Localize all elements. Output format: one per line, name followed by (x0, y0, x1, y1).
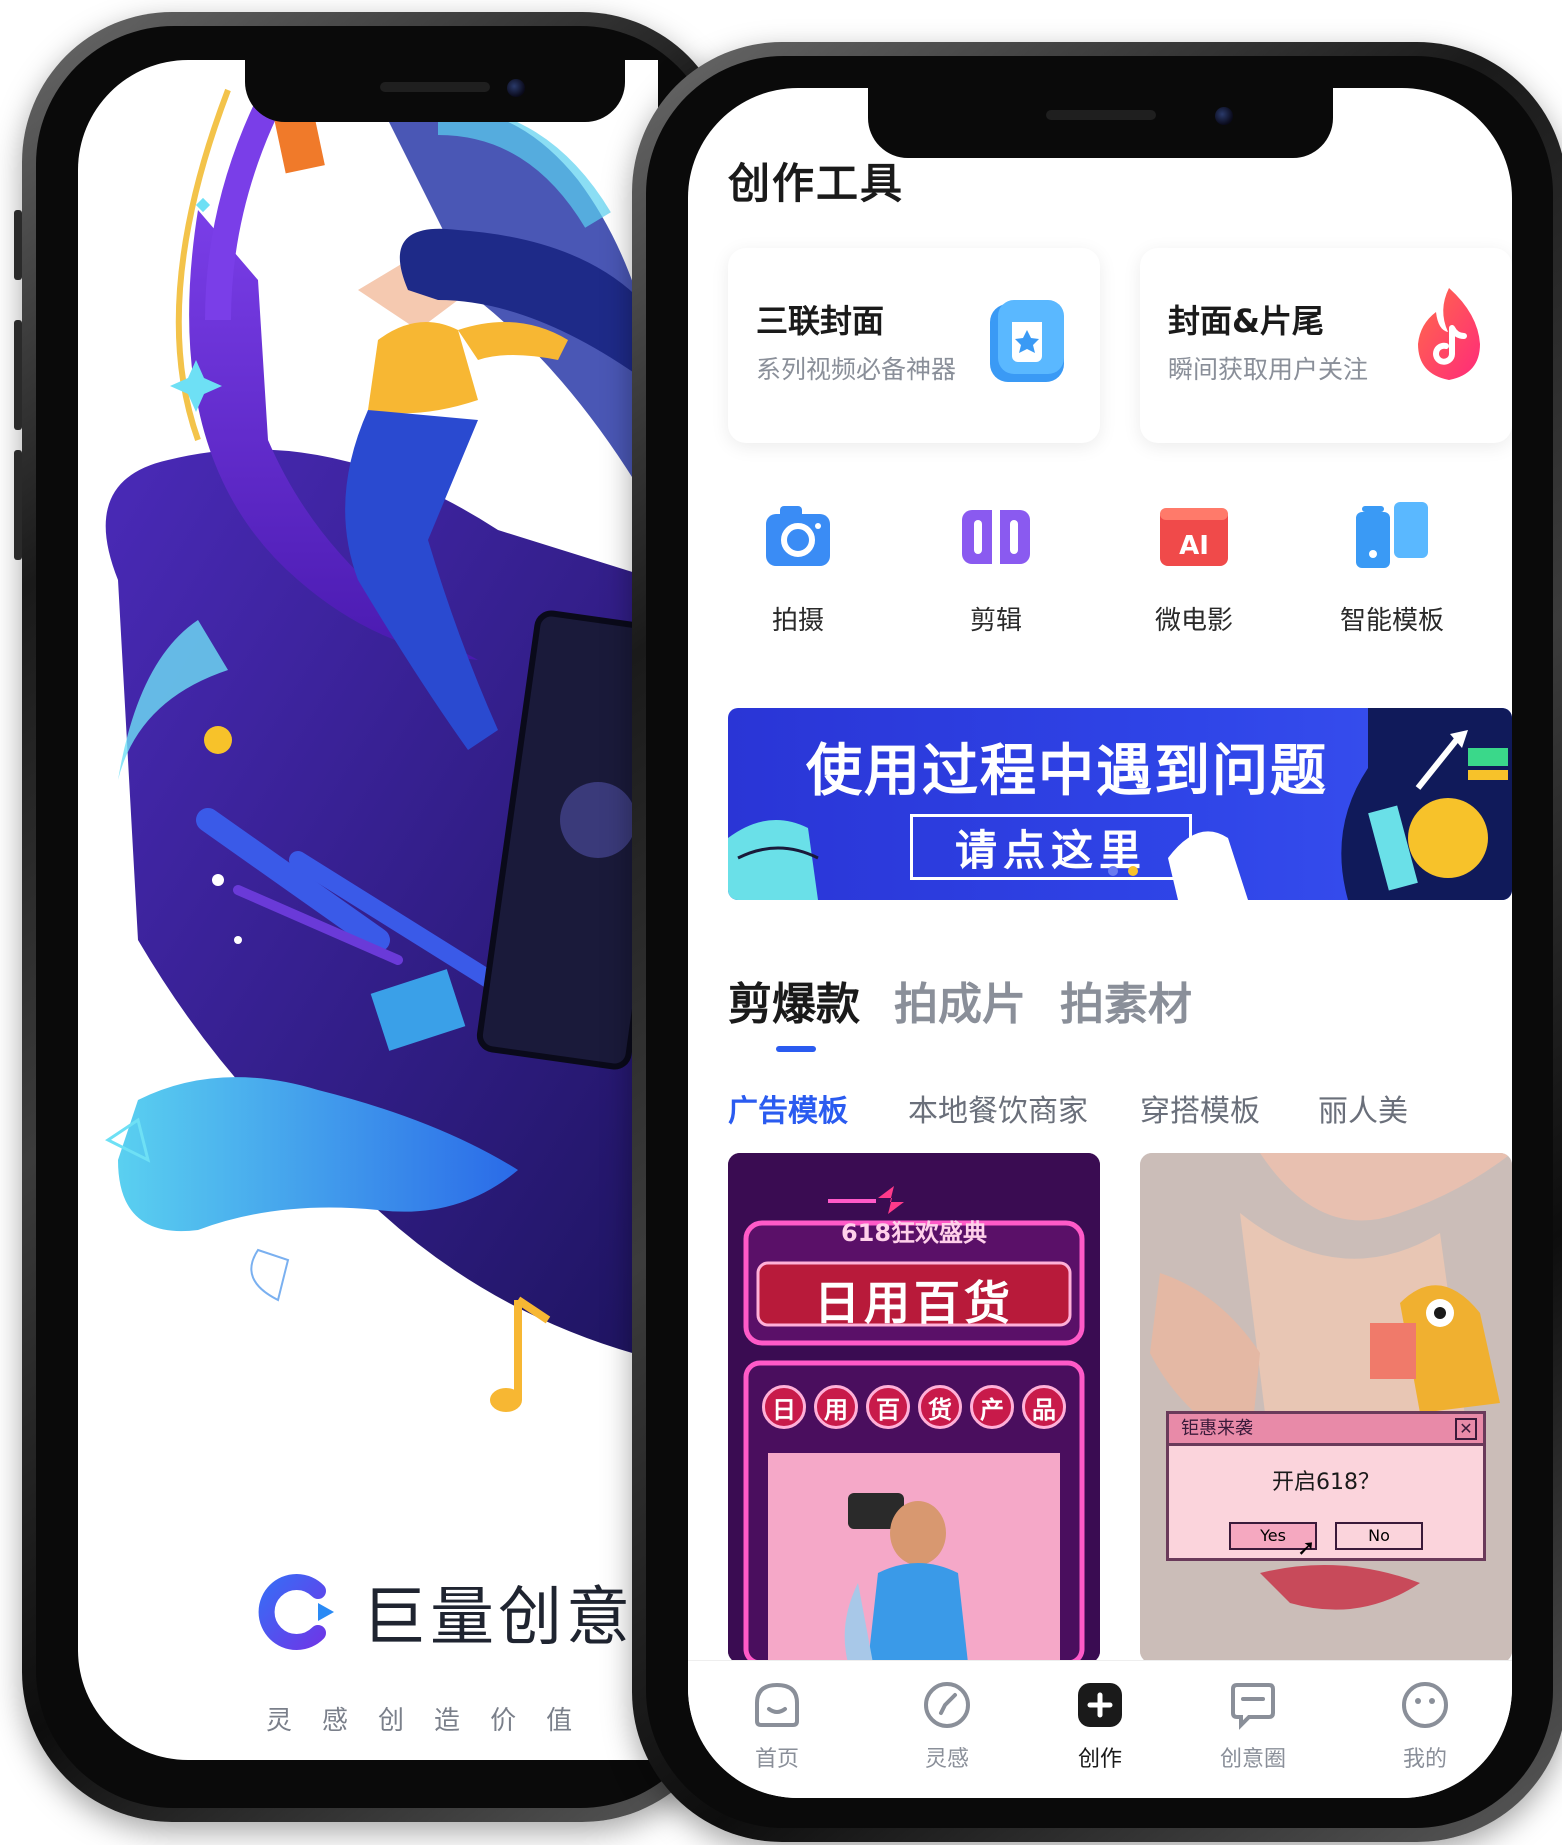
poster-headline: 日用百货 (814, 1276, 1014, 1330)
nav-create[interactable]: 创作 (1035, 1679, 1165, 1773)
popup-no-button: No (1335, 1522, 1423, 1550)
chat-icon (1227, 1679, 1279, 1731)
chip-ad-template[interactable]: 广告模板 (728, 1086, 848, 1130)
banner-pagination (1108, 866, 1138, 876)
tool-edit[interactable]: 剪辑 (896, 498, 1096, 637)
feature-card-subtitle: 系列视频必备神器 (756, 355, 957, 384)
poster-char: 日 (762, 1385, 806, 1429)
poster-char: 用 (814, 1385, 858, 1429)
poster-char: 货 (918, 1385, 962, 1429)
page-title: 创作工具 (728, 159, 905, 208)
nav-creative-circle[interactable]: 创意圈 (1188, 1679, 1318, 1773)
banner-headline: 使用过程中遇到问题 (806, 739, 1328, 804)
douyin-flame-icon (1408, 284, 1490, 380)
slogan-char: 创 (378, 1706, 405, 1736)
feature-card-cover-ending[interactable]: 封面&片尾 瞬间获取用户关注 (1140, 248, 1512, 443)
tool-label: 剪辑 (969, 606, 1022, 636)
brand-slogan: 灵 感 创 造 价 值 (266, 1700, 572, 1737)
camera-icon (760, 498, 836, 574)
tool-label: 智能模板 (1339, 606, 1444, 636)
close-icon: ✕ (1455, 1418, 1477, 1440)
tool-label: 拍摄 (771, 606, 824, 636)
tool-label: 微电影 (1154, 606, 1233, 636)
smart-template-icon (1354, 498, 1430, 574)
plus-icon (1074, 1679, 1126, 1731)
face-icon (1399, 1679, 1451, 1731)
left-phone-notch (245, 60, 625, 122)
pagination-dot (1108, 866, 1118, 876)
poster-product-line: 日 用 百 货 产 品 (762, 1385, 1066, 1429)
cursor-icon: ➚ (1297, 1536, 1316, 1561)
ai-film-icon: AI (1156, 498, 1232, 574)
portrait-photo-art (1140, 1153, 1512, 1663)
mute-switch (14, 210, 22, 280)
feature-card-subtitle: 瞬间获取用户关注 (1168, 355, 1369, 384)
nav-label: 创意圈 (1219, 1747, 1286, 1772)
active-tab-indicator (776, 1046, 816, 1052)
template-card[interactable]: 618狂欢盛典 日用百货 日 用 百 货 产 品 (728, 1153, 1100, 1663)
feature-card-triple-cover[interactable]: 三联封面 系列视频必备神器 (728, 248, 1100, 443)
slogan-char: 感 (322, 1706, 349, 1736)
slogan-char: 价 (490, 1706, 517, 1736)
brand-logo: 巨量创意 (258, 1572, 658, 1653)
slogan-char: 造 (434, 1706, 461, 1736)
brand-name: 巨量创意 (362, 1581, 634, 1653)
nav-label: 灵感 (924, 1747, 969, 1772)
nav-label: 创作 (1077, 1747, 1122, 1772)
popup-title: 钜惠来袭 (1169, 1414, 1483, 1446)
nav-label: 首页 (754, 1747, 799, 1772)
slogan-char: 值 (546, 1706, 573, 1736)
chip-beauty[interactable]: 丽人美 (1318, 1086, 1408, 1130)
chip-local-dining[interactable]: 本地餐饮商家 (908, 1086, 1088, 1130)
tab-shoot-finished[interactable]: 拍成片 (894, 968, 1026, 1032)
tab-shoot-material[interactable]: 拍素材 (1060, 968, 1192, 1032)
popup-question: 开启618？ (1272, 1470, 1380, 1495)
template-card[interactable]: 钜惠来袭 ✕ 开启618？ Yes No ➚ (1140, 1153, 1512, 1663)
tool-smart-template[interactable]: 智能模板 (1292, 498, 1492, 637)
star-box-icon (986, 296, 1068, 388)
compass-icon (921, 1679, 973, 1731)
volume-down-button (14, 450, 22, 560)
feature-card-title: 封面&片尾 (1168, 302, 1324, 340)
tool-micro-film[interactable]: AI 微电影 (1094, 498, 1294, 637)
right-phone-notch (868, 88, 1333, 158)
home-icon (751, 1679, 803, 1731)
poster-char: 品 (1022, 1385, 1066, 1429)
svg-text:AI: AI (1179, 531, 1209, 561)
tool-shoot[interactable]: 拍摄 (698, 498, 898, 637)
bottom-nav: 首页 灵感 创作 创意圈 我的 (688, 1660, 1512, 1798)
popup-window: 钜惠来袭 ✕ 开启618？ Yes No ➚ (1166, 1411, 1486, 1561)
poster-char: 百 (866, 1385, 910, 1429)
tab-hot-edits[interactable]: 剪爆款 (728, 968, 860, 1032)
clip-edit-icon (958, 498, 1034, 574)
chip-outfit-template[interactable]: 穿搭模板 (1140, 1086, 1260, 1130)
app-screen: 创作工具 三联封面 系列视频必备神器 封面&片尾 瞬间获取用户关注 拍摄 剪辑 … (688, 88, 1512, 1798)
nav-home[interactable]: 首页 (712, 1679, 842, 1773)
nav-profile[interactable]: 我的 (1360, 1679, 1490, 1773)
poster-event-line: 618狂欢盛典 (840, 1219, 988, 1247)
volume-up-button (14, 320, 22, 430)
help-banner[interactable]: 使用过程中遇到问题 请点这里 (728, 708, 1512, 900)
pagination-dot-active (1128, 866, 1138, 876)
poster-char: 产 (970, 1385, 1014, 1429)
banner-cta-button[interactable]: 请点这里 (910, 814, 1192, 880)
feature-card-title: 三联封面 (756, 302, 885, 340)
brand-c-logo-icon (258, 1573, 336, 1651)
nav-label: 我的 (1402, 1747, 1447, 1772)
splash-screen: 巨量创意 灵 感 创 造 价 值 (78, 60, 658, 1760)
splash-illustration (105, 60, 658, 1412)
nav-inspiration[interactable]: 灵感 (882, 1679, 1012, 1773)
slogan-char: 灵 (266, 1706, 293, 1736)
